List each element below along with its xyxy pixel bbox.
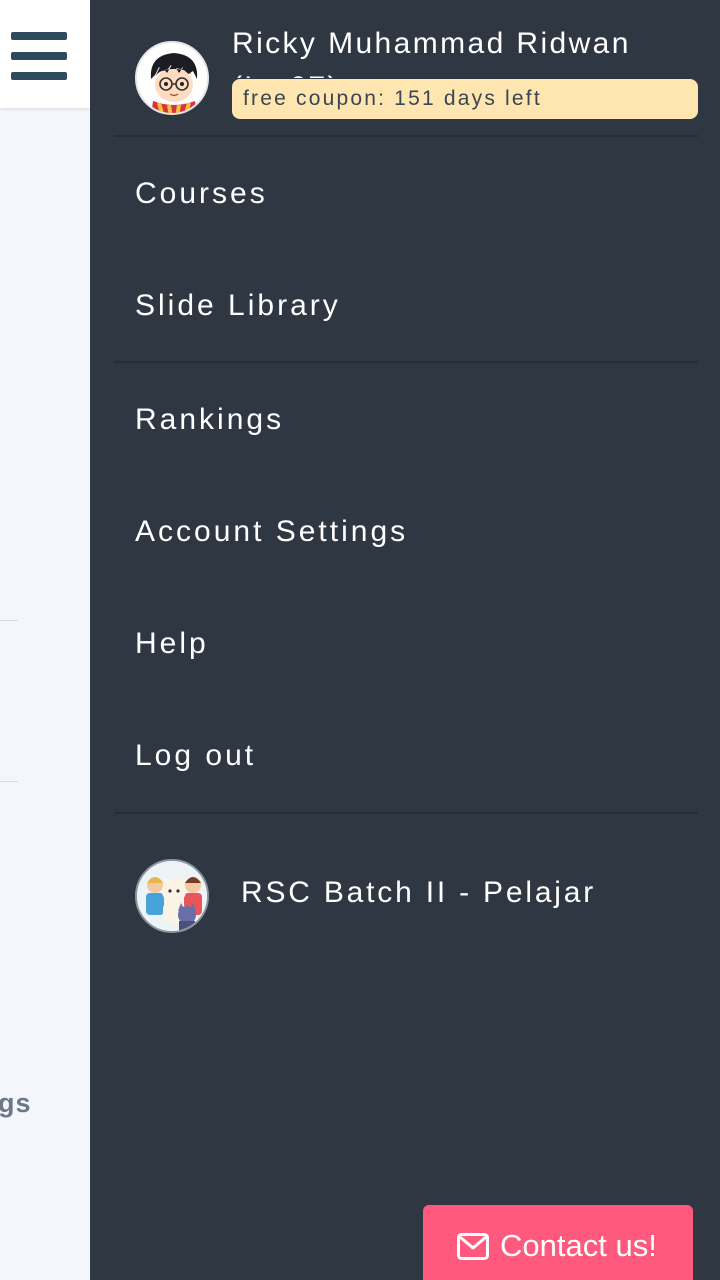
menu-item-label: Slide Library [135, 289, 341, 322]
contact-us-label: Contact us! [500, 1228, 657, 1263]
background-page: gs [0, 0, 90, 1280]
group-label: RSC Batch II - Pelajar [241, 876, 597, 909]
user-avatar [135, 41, 209, 115]
top-bar [0, 0, 90, 108]
navigation-drawer: Ricky Muhammad Ridwan (Lv.67) free coupo… [90, 0, 720, 1280]
profile-header[interactable]: Ricky Muhammad Ridwan (Lv.67) free coupo… [90, 0, 720, 136]
menu-item-label: Account Settings [135, 515, 409, 548]
menu-item-label: Help [135, 627, 209, 660]
group-avatar [135, 859, 209, 933]
menu-item-rankings[interactable]: Rankings [90, 364, 720, 476]
menu-divider [114, 135, 698, 137]
envelope-icon [457, 1233, 489, 1260]
menu-item-help[interactable]: Help [90, 588, 720, 700]
contact-us-button[interactable]: Contact us! [423, 1205, 693, 1280]
user-name: Ricky Muhammad Ridwan (Lv.67) [232, 27, 631, 78]
coupon-badge: free coupon: 151 days left [232, 79, 698, 119]
menu-item-label: Courses [135, 177, 268, 210]
menu-item-label: Rankings [135, 403, 285, 436]
menu-item-slide-library[interactable]: Slide Library [90, 250, 720, 362]
menu-item-log-out[interactable]: Log out [90, 700, 720, 812]
hamburger-menu-icon[interactable] [11, 32, 67, 80]
menu-item-label: Log out [135, 739, 257, 772]
menu-item-courses[interactable]: Courses [90, 138, 720, 250]
background-divider [0, 620, 18, 621]
background-partial-text: gs [0, 1088, 32, 1118]
group-item-rsc-batch[interactable]: RSC Batch II - Pelajar [90, 840, 720, 950]
menu-item-account-settings[interactable]: Account Settings [90, 476, 720, 588]
background-divider [0, 781, 18, 782]
menu-divider [114, 812, 698, 814]
menu-divider [114, 361, 698, 363]
